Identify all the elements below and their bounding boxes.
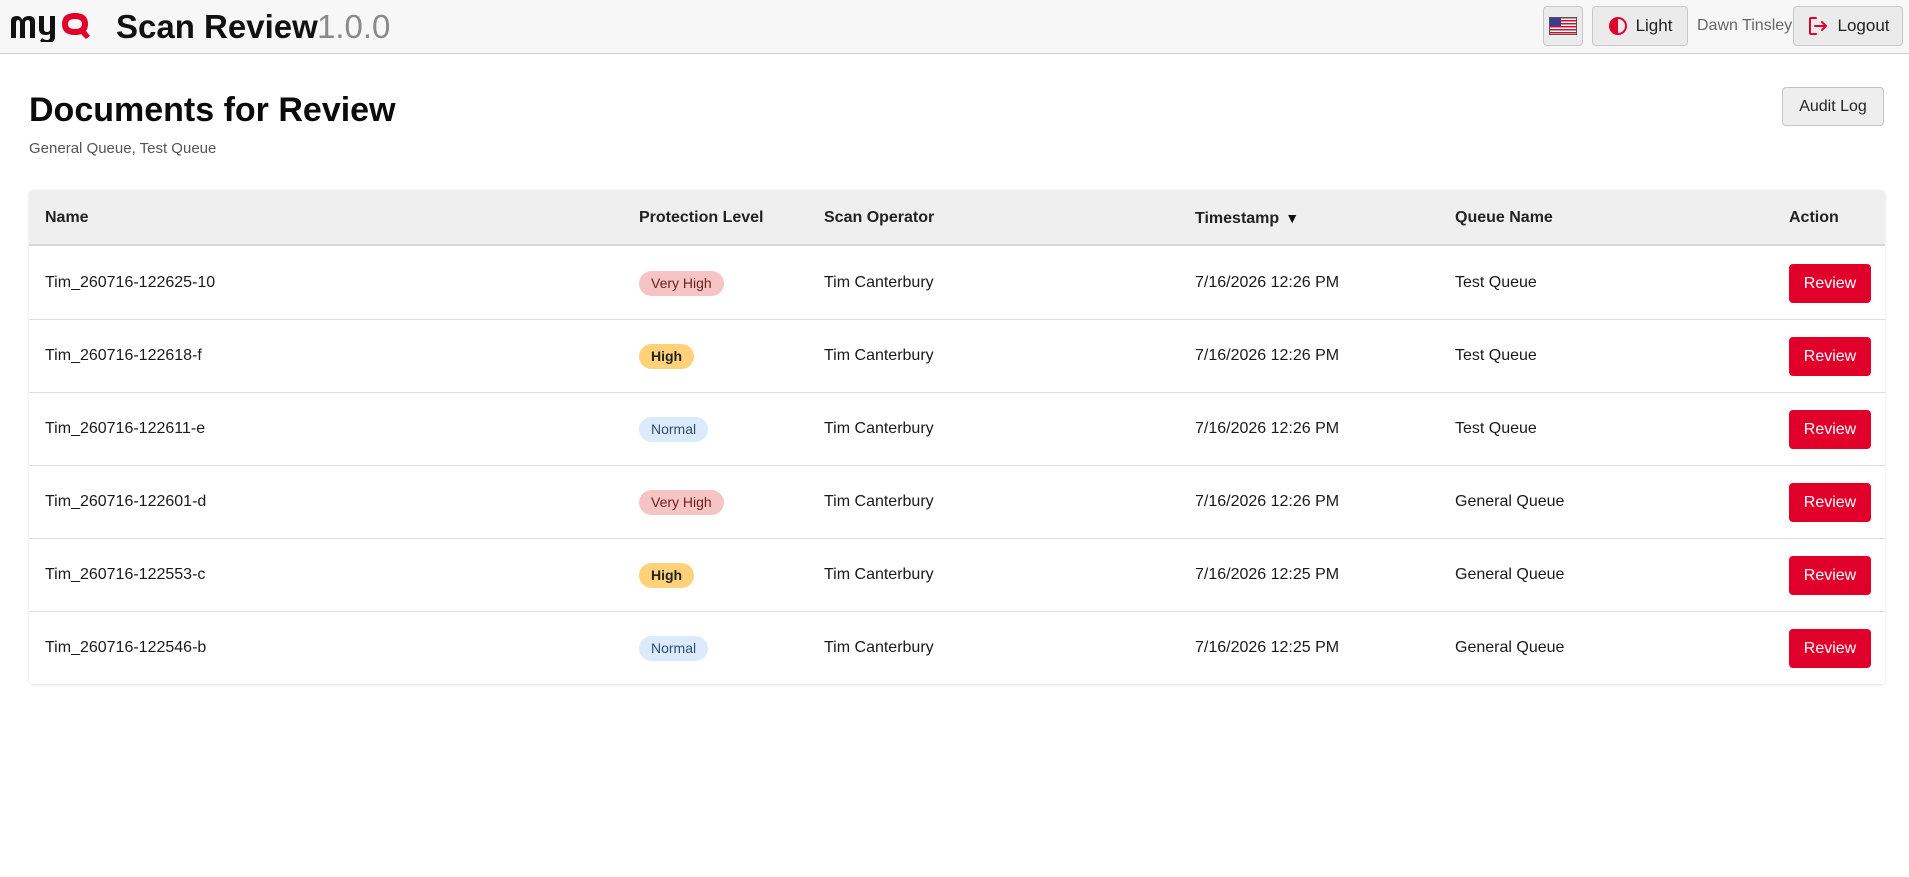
table-row: Tim_260716-122553-c High Tim Canterbury … [29,539,1885,612]
queue-name: General Queue [1455,639,1565,656]
protection-badge: Very High [639,490,724,515]
top-bar: Scan Review 1.0.0 Light Dawn Tinsley Log… [0,0,1909,54]
us-flag-icon [1549,17,1577,35]
document-name: Tim_260716-122553-c [45,566,206,583]
audit-log-button[interactable]: Audit Log [1782,87,1884,126]
scan-operator: Tim Canterbury [824,566,934,583]
app-version: 1.0.0 [317,8,391,45]
scan-operator: Tim Canterbury [824,347,934,364]
table-row: Tim_260716-122601-d Very High Tim Canter… [29,466,1885,539]
table-header: Name Protection Level Scan Operator Time… [29,190,1885,246]
queue-name: General Queue [1455,566,1565,583]
theme-label: Light [1635,16,1673,35]
document-name: Tim_260716-122618-f [45,347,202,364]
scan-operator: Tim Canterbury [824,493,934,510]
documents-table: Name Protection Level Scan Operator Time… [29,190,1885,684]
logout-icon [1808,17,1827,35]
review-button[interactable]: Review [1789,337,1871,376]
header-timestamp[interactable]: Timestamp ▼ [1195,190,1299,246]
contrast-icon [1608,17,1627,35]
language-button[interactable] [1543,6,1583,46]
page-title: Documents for Review [29,91,396,129]
review-button[interactable]: Review [1789,483,1871,522]
table-row: Tim_260716-122625-10 Very High Tim Cante… [29,247,1885,320]
header-name[interactable]: Name [45,190,89,246]
table-row: Tim_260716-122618-f High Tim Canterbury … [29,320,1885,393]
protection-badge: High [639,563,695,588]
sort-descending-icon: ▼ [1285,210,1300,226]
review-button[interactable]: Review [1789,264,1871,303]
timestamp: 7/16/2026 12:26 PM [1195,420,1340,437]
queue-name: Test Queue [1455,420,1537,437]
queue-subtitle: General Queue, Test Queue [29,140,217,157]
protection-badge: High [639,344,695,369]
timestamp: 7/16/2026 12:25 PM [1195,639,1340,656]
user-name: Dawn Tinsley [1697,17,1793,34]
document-name: Tim_260716-122546-b [45,639,207,656]
scan-operator: Tim Canterbury [824,639,934,656]
theme-toggle-button[interactable]: Light [1592,6,1688,46]
review-button[interactable]: Review [1789,556,1871,595]
header-timestamp-label: Timestamp [1195,210,1280,227]
timestamp: 7/16/2026 12:26 PM [1195,347,1340,364]
app-title: Scan Review [116,8,318,45]
timestamp: 7/16/2026 12:26 PM [1195,274,1340,291]
protection-badge: Normal [639,417,709,442]
review-button[interactable]: Review [1789,410,1871,449]
document-name: Tim_260716-122611-e [45,420,206,437]
scan-operator: Tim Canterbury [824,274,934,291]
queue-name: Test Queue [1455,347,1537,364]
timestamp: 7/16/2026 12:26 PM [1195,493,1340,510]
table-row: Tim_260716-122611-e Normal Tim Canterbur… [29,393,1885,466]
queue-name: General Queue [1455,493,1565,510]
myq-logo [11,13,90,42]
table-row: Tim_260716-122546-b Normal Tim Canterbur… [29,612,1885,684]
header-action: Action [1789,209,1839,226]
protection-badge: Very High [639,271,724,296]
header-scan-operator[interactable]: Scan Operator [824,190,934,246]
header-queue-name[interactable]: Queue Name [1455,190,1553,246]
review-button[interactable]: Review [1789,629,1871,668]
queue-name: Test Queue [1455,274,1537,291]
header-protection-level[interactable]: Protection Level [639,190,763,246]
logout-label: Logout [1837,16,1890,35]
protection-badge: Normal [639,636,709,661]
timestamp: 7/16/2026 12:25 PM [1195,566,1340,583]
document-name: Tim_260716-122625-10 [45,274,216,291]
document-name: Tim_260716-122601-d [45,493,207,510]
scan-operator: Tim Canterbury [824,420,934,437]
logout-button[interactable]: Logout [1793,6,1903,46]
